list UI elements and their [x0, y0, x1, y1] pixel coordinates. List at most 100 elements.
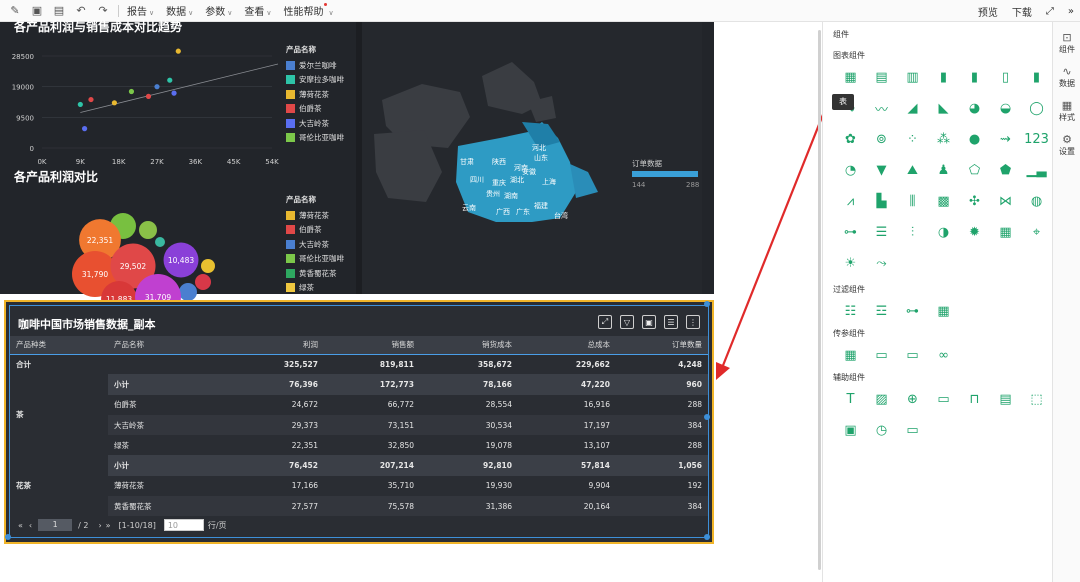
network-icon[interactable]: ✣ [959, 186, 990, 217]
first-page-icon[interactable]: « [18, 521, 23, 530]
table-widget-selected[interactable]: 咖啡中国市场销售数据_副本 ⤢ ▽ ▣ ☰ ⋮ 产品种类 产品名称 利润 销售额 销货成… [4, 300, 714, 544]
bubble-legend-item[interactable]: 大吉岭茶 [286, 237, 344, 252]
sunburst-icon[interactable]: ◍ [1021, 186, 1052, 217]
filter-tree-icon[interactable]: ☲ [866, 296, 897, 327]
calendar-chart-icon[interactable]: ▦ [990, 217, 1021, 248]
tab-data[interactable]: ∿ 数据 [1053, 60, 1080, 94]
range-slider-icon[interactable]: ⊶ [897, 296, 928, 327]
bubble-legend-item[interactable]: 黄香蜀花茶 [286, 266, 344, 281]
table-header-cell[interactable]: 销货成本 [420, 336, 518, 355]
ring-chart-icon[interactable]: ◯ [1021, 93, 1052, 124]
pie-chart-icon[interactable]: ◕ [959, 93, 990, 124]
gauge-icon[interactable]: ◔ [835, 155, 866, 186]
kpi-icon[interactable]: 123 [1021, 124, 1052, 155]
progress-icon[interactable]: ⫶ [897, 217, 928, 248]
iframe-icon[interactable]: ⬚ [1021, 384, 1052, 415]
bubble-legend-item[interactable]: 薄荷花茶 [286, 208, 344, 223]
scatter-legend-item[interactable]: 爱尔兰咖啡 [286, 58, 344, 73]
scatter-legend-item[interactable]: 安摩拉多咖啡 [286, 73, 344, 88]
gantt-icon[interactable]: ☰ [866, 217, 897, 248]
menu-report[interactable]: 报告 ∨ [127, 3, 154, 18]
tab-icon[interactable]: ⊓ [959, 384, 990, 415]
boxplot-icon[interactable]: ⫼ [897, 186, 928, 217]
area-chart-icon[interactable]: ◢ [897, 93, 928, 124]
carousel-icon[interactable]: ▤ [990, 384, 1021, 415]
collapse-icon[interactable]: » [1068, 6, 1074, 17]
download-button[interactable]: 下载 [1012, 4, 1032, 19]
filter-list-icon[interactable]: ☷ [835, 296, 866, 327]
donut-3d-icon[interactable]: ◒ [990, 93, 1021, 124]
fullscreen-icon[interactable]: ⤢ [1046, 6, 1054, 17]
tab-components[interactable]: ⊡ 组件 [1053, 26, 1080, 60]
liquid-icon[interactable]: ◑ [928, 217, 959, 248]
table-header-cell[interactable]: 订单数量 [616, 336, 708, 355]
expand-icon[interactable]: ⤢ [598, 315, 612, 329]
param-input-icon[interactable]: ▭ [866, 340, 897, 371]
filter-icon[interactable]: ▽ [620, 315, 634, 329]
text-box-icon[interactable]: T [835, 384, 866, 415]
edit-icon[interactable]: ✎ [8, 4, 22, 18]
resize-handle-br[interactable] [704, 534, 710, 540]
scatter-legend-item[interactable]: 伯爵茶 [286, 102, 344, 117]
stacked-area-icon[interactable]: ◣ [928, 93, 959, 124]
param-table-icon[interactable]: ▦ [835, 340, 866, 371]
save-icon[interactable]: ▣ [30, 4, 44, 18]
prev-page-icon[interactable]: ‹ [29, 521, 32, 530]
waterfall-icon[interactable]: ▙ [866, 186, 897, 217]
scatter-icon[interactable]: ⁘ [897, 124, 928, 155]
bubble-legend-item[interactable]: 哥伦比亚咖啡 [286, 252, 344, 267]
combo-chart-icon[interactable]: ⩘ [835, 186, 866, 217]
button-icon[interactable]: ▭ [897, 415, 928, 446]
sankey-icon[interactable]: ⋈ [990, 186, 1021, 217]
table-header-cell[interactable]: 利润 [228, 336, 324, 355]
polygon-icon[interactable]: ⬠ [959, 155, 990, 186]
flow-map-icon[interactable]: ⇝ [990, 124, 1021, 155]
scatter-legend-item[interactable]: 薄荷花茶 [286, 87, 344, 102]
table-header-cell[interactable]: 销售额 [324, 336, 420, 355]
table-header-cell[interactable]: 产品名称 [108, 336, 228, 355]
map-icon[interactable]: ⛰ [897, 155, 928, 186]
bar-chart-icon[interactable]: ▮ [928, 62, 959, 93]
frame-icon[interactable]: ▣ [835, 415, 866, 446]
redo-icon[interactable]: ↷ [96, 4, 110, 18]
pivot-table-icon[interactable]: ▤ [866, 62, 897, 93]
bubble-icon[interactable]: ⁂ [928, 124, 959, 155]
table-header-cell[interactable]: 产品种类 [10, 336, 108, 355]
export-icon[interactable]: ▣ [642, 315, 656, 329]
save-as-icon[interactable]: ▤ [52, 4, 66, 18]
multi-line-icon[interactable]: 〰 [866, 93, 897, 124]
cross-table-icon[interactable]: ▥ [897, 62, 928, 93]
page-input[interactable]: 1 [38, 519, 73, 531]
stacked-bar-icon[interactable]: ▮ [959, 62, 990, 93]
date-filter-icon[interactable]: ▦ [928, 296, 959, 327]
menu-view[interactable]: 查看 ∨ [244, 3, 271, 18]
bubble-legend-item[interactable]: 绿茶 [286, 281, 344, 295]
bubble-legend-item[interactable]: 伯爵茶 [286, 223, 344, 238]
param-select-icon[interactable]: ▭ [897, 340, 928, 371]
tab-settings[interactable]: ⚙ 设置 [1053, 128, 1080, 162]
image-icon[interactable]: ▨ [866, 384, 897, 415]
resize-handle-bl[interactable] [5, 534, 11, 540]
path-icon[interactable]: ⤳ [866, 248, 897, 279]
canvas-scrollbar[interactable] [818, 30, 821, 570]
more-icon[interactable]: ⋮ [686, 315, 700, 329]
rose-chart-icon[interactable]: ✿ [835, 124, 866, 155]
radar-icon[interactable]: ⊚ [866, 124, 897, 155]
wordcloud-icon[interactable]: ✹ [959, 217, 990, 248]
menu-perf-help[interactable]: 性能帮助 ∨ [284, 3, 334, 18]
preview-button[interactable]: 预览 [978, 4, 998, 19]
scatter-legend-item[interactable]: 大吉岭茶 [286, 116, 344, 131]
menu-params[interactable]: 参数 ∨ [205, 3, 232, 18]
clock-icon[interactable]: ◷ [866, 415, 897, 446]
tab-style[interactable]: ▦ 样式 [1053, 94, 1080, 128]
grouped-bar-icon[interactable]: ▯ [990, 62, 1021, 93]
funnel-icon[interactable]: ▼ [866, 155, 897, 186]
lightbulb-icon[interactable]: ☀ [835, 248, 866, 279]
last-page-icon[interactable]: » [106, 521, 111, 530]
step-chart-icon[interactable]: ▁▃ [1021, 155, 1052, 186]
resize-handle-mr[interactable] [704, 414, 710, 420]
percent-bar-icon[interactable]: ▮ [1021, 62, 1052, 93]
table-widget[interactable]: 咖啡中国市场销售数据_副本 ⤢ ▽ ▣ ☰ ⋮ 产品种类 产品名称 利润 销售额 销货成… [9, 305, 709, 538]
geo-pin-icon[interactable]: ⌖ [1021, 217, 1052, 248]
person-chart-icon[interactable]: ♟ [928, 155, 959, 186]
